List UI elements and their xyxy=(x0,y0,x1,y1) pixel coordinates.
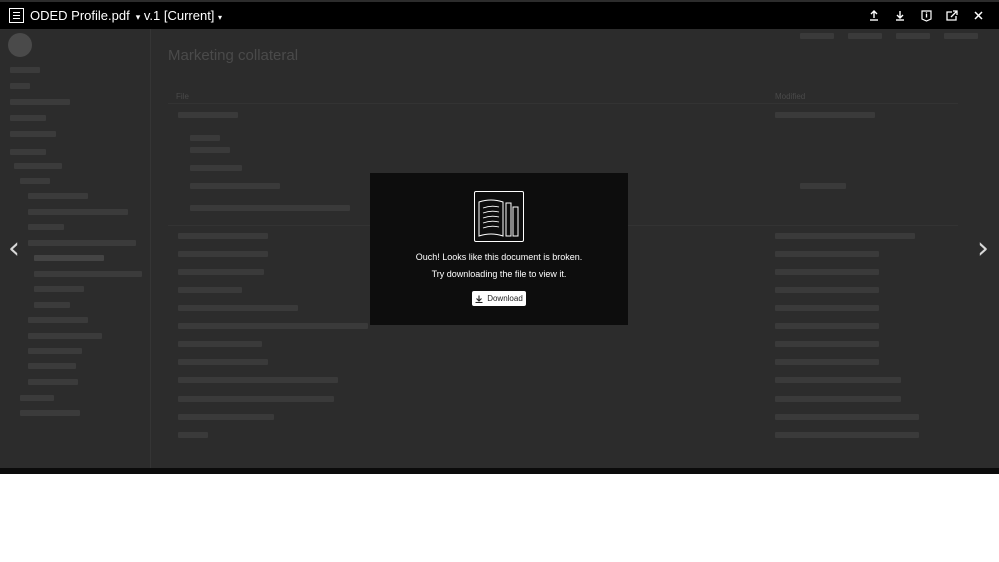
page-title: Marketing collateral xyxy=(168,47,299,64)
table-row xyxy=(178,323,368,329)
download-icon xyxy=(896,11,904,21)
document-icon xyxy=(9,8,24,23)
download-icon xyxy=(475,295,483,303)
table-row xyxy=(775,359,879,365)
download-button[interactable]: Download xyxy=(472,291,526,306)
table-row xyxy=(775,377,901,383)
sidebar-line xyxy=(20,178,50,184)
sidebar-line xyxy=(28,363,76,369)
info-icon xyxy=(920,9,932,22)
sidebar-line xyxy=(10,131,56,137)
space-logo xyxy=(8,33,32,57)
close-button[interactable] xyxy=(965,2,991,29)
table-row xyxy=(178,305,298,311)
table-row xyxy=(775,396,901,402)
previous-document-button[interactable]: ‹ xyxy=(4,234,24,264)
sidebar-line xyxy=(28,240,136,246)
sidebar-line xyxy=(34,255,104,261)
toolbar-actions xyxy=(861,2,991,29)
table-row xyxy=(178,287,242,293)
table-row xyxy=(178,251,268,257)
table-row xyxy=(190,183,280,189)
table-row xyxy=(190,135,220,141)
table-row xyxy=(775,112,875,118)
table-row xyxy=(775,251,879,257)
error-hint: Try downloading the file to view it. xyxy=(431,269,567,279)
table-row xyxy=(775,269,879,275)
broken-document-icon xyxy=(474,191,524,242)
viewer-bottom-edge xyxy=(0,468,999,474)
table-row xyxy=(190,205,350,211)
table-row xyxy=(178,112,238,118)
table-row xyxy=(775,414,919,420)
column-header-file: File xyxy=(176,92,189,101)
table-row xyxy=(775,323,879,329)
sidebar-line xyxy=(10,67,40,73)
share-button[interactable] xyxy=(939,2,965,29)
sidebar-line xyxy=(10,149,46,155)
sidebar-line xyxy=(28,348,82,354)
file-name: ODED Profile.pdf xyxy=(30,8,130,23)
table-row xyxy=(178,269,264,275)
document-viewer: Marketing collateral File Modified ODED … xyxy=(0,0,999,474)
table-row xyxy=(775,341,879,347)
viewer-toolbar: ODED Profile.pdf ▾ v.1 [Current] ▾ xyxy=(0,2,999,29)
table-row xyxy=(178,396,334,402)
table-row xyxy=(178,414,274,420)
sidebar-line xyxy=(28,333,102,339)
page-actions xyxy=(800,33,978,39)
download-toolbar-button[interactable] xyxy=(887,2,913,29)
table-row xyxy=(178,341,262,347)
info-button[interactable] xyxy=(913,2,939,29)
table-row xyxy=(775,287,879,293)
next-document-button[interactable]: › xyxy=(973,234,993,264)
sidebar-line xyxy=(28,193,88,199)
download-label: Download xyxy=(487,294,523,303)
table-row xyxy=(190,165,242,171)
sidebar-line xyxy=(20,410,80,416)
table-row xyxy=(178,432,208,438)
viewer-title: ODED Profile.pdf ▾ v.1 [Current] ▾ xyxy=(9,2,222,29)
sidebar-line xyxy=(34,271,142,277)
table-row xyxy=(178,359,268,365)
sidebar-line xyxy=(10,99,70,105)
version-dropdown[interactable]: ▾ v.1 [Current] ▾ xyxy=(136,8,222,23)
table-row xyxy=(775,233,915,239)
sidebar-line xyxy=(34,302,70,308)
table-row xyxy=(775,305,879,311)
sidebar-line xyxy=(34,286,84,292)
sidebar-line xyxy=(28,224,64,230)
share-icon xyxy=(946,10,958,21)
sidebar-line xyxy=(10,83,30,89)
sidebar-line xyxy=(10,115,46,121)
version-label: v.1 [Current] xyxy=(143,8,215,23)
table-row xyxy=(775,432,919,438)
column-header-modified: Modified xyxy=(775,92,806,101)
chevron-down-icon: ▾ xyxy=(218,13,223,22)
broken-document-dialog: Ouch! Looks like this document is broken… xyxy=(370,173,628,325)
table-row xyxy=(190,147,230,153)
table-row xyxy=(800,183,846,189)
upload-button[interactable] xyxy=(861,2,887,29)
table-row xyxy=(178,233,268,239)
close-icon xyxy=(973,11,983,20)
table-row xyxy=(178,377,338,383)
sidebar-line xyxy=(28,317,88,323)
sidebar-line xyxy=(28,209,128,215)
version-separator: ▾ xyxy=(135,12,141,22)
sidebar-line xyxy=(14,163,62,169)
sidebar-line xyxy=(20,395,54,401)
upload-icon xyxy=(870,10,878,21)
error-message: Ouch! Looks like this document is broken… xyxy=(415,252,583,262)
sidebar-line xyxy=(28,379,78,385)
chevron-left-icon: ‹ xyxy=(8,231,20,266)
chevron-right-icon: › xyxy=(977,231,989,266)
